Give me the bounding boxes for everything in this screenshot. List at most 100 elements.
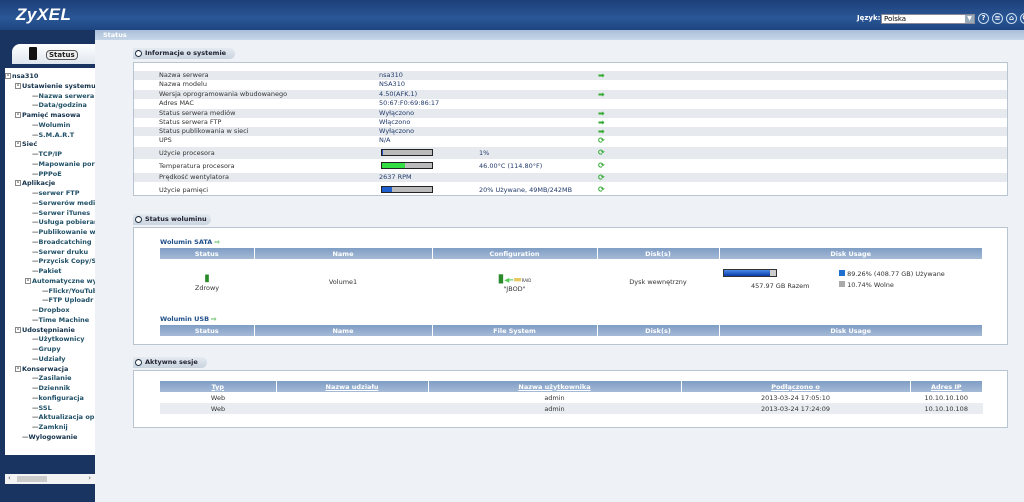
- refresh-icon[interactable]: ⟳: [598, 136, 605, 145]
- column-header-status[interactable]: Status: [160, 325, 255, 336]
- refresh-icon[interactable]: ⟳: [598, 173, 605, 182]
- collapse-icon[interactable]: -: [15, 365, 21, 372]
- nav-item-dropbox[interactable]: —Dropbox: [32, 306, 70, 315]
- collapse-icon[interactable]: ^: [135, 216, 142, 223]
- nav-item-nsa310[interactable]: - nsa310: [5, 72, 38, 81]
- nav-item-pamie-c-masowa[interactable]: - Pamięć masowa: [15, 111, 80, 120]
- refresh-icon[interactable]: ⟳: [598, 147, 605, 159]
- collapse-icon[interactable]: -: [25, 277, 31, 284]
- column-header-name[interactable]: Name: [254, 325, 433, 336]
- edit-icon[interactable]: ➡: [598, 90, 605, 99]
- nav-item-label: konfiguracja: [38, 393, 84, 402]
- nav-item-label: Data/godzina: [38, 101, 87, 110]
- nav-item-pppoe[interactable]: —PPPoE: [32, 170, 62, 179]
- nav-item-udzia-y[interactable]: —Udziały: [32, 355, 65, 364]
- info-key: Użycie procesora: [159, 149, 215, 157]
- column-header-typ[interactable]: Typ: [160, 381, 277, 392]
- column-header-disk-s[interactable]: Disk(s): [597, 248, 720, 259]
- edit-icon[interactable]: ➡: [598, 109, 605, 118]
- volume-name[interactable]: Volume1: [254, 259, 432, 305]
- column-header-configuration[interactable]: Configuration: [432, 248, 598, 259]
- edit-icon[interactable]: ➡: [598, 71, 605, 80]
- nav-item-aplikacje[interactable]: - Aplikacje: [15, 179, 55, 188]
- nav-item-s-m-a-r-t[interactable]: —S.M.A.R.T: [32, 131, 74, 140]
- nav-item-pakiet[interactable]: —Pakiet: [32, 267, 62, 276]
- nav-item-label: Sieć: [22, 140, 38, 149]
- column-header-nazwa-uz-ytkownika[interactable]: Nazwa użytkownika: [428, 381, 682, 392]
- nav-item-broadcatching[interactable]: —Broadcatching: [32, 238, 92, 247]
- nav-item-uz-ytkownicy[interactable]: —Użytkownicy: [32, 335, 84, 344]
- collapse-icon[interactable]: -: [15, 180, 21, 187]
- session-cell: [276, 403, 428, 414]
- session-cell: admin: [544, 393, 565, 402]
- horizontal-scrollbar[interactable]: ‹ ›: [5, 474, 95, 484]
- edit-icon[interactable]: ⇨: [215, 238, 220, 246]
- collapse-icon[interactable]: -: [15, 112, 21, 118]
- sessions-header[interactable]: ^ Aktywne sesje: [133, 357, 207, 368]
- edit-icon[interactable]: ⇨: [211, 315, 216, 323]
- help-icon[interactable]: ?: [978, 13, 989, 24]
- column-header-name[interactable]: Name: [254, 248, 433, 259]
- column-header-adres-ip[interactable]: Adres IP: [910, 381, 983, 392]
- nav-item-label: Wylogowanie: [28, 432, 78, 441]
- sata-volume-label: Wolumin SATA ⇨: [160, 238, 221, 246]
- collapse-icon[interactable]: ^: [135, 50, 142, 57]
- nav-item-nazwa-serwera[interactable]: —Nazwa serwera: [32, 92, 94, 101]
- nav-item-ftp-uploadr[interactable]: —FTP Uploadr: [42, 296, 93, 305]
- sitemap-icon[interactable]: ≡: [992, 13, 1003, 24]
- session-cell: Web: [210, 393, 226, 402]
- collapse-icon[interactable]: -: [15, 141, 21, 148]
- column-header-file-system[interactable]: File System: [432, 325, 598, 336]
- column-header-nazwa-udzia-u[interactable]: Nazwa udziału: [276, 381, 429, 392]
- nav-item-dziennik[interactable]: —Dziennik: [32, 384, 70, 393]
- nav-item-us-uga-pobierania[interactable]: —Usługa pobierania: [32, 218, 95, 227]
- nav-item-udoste-pnianie[interactable]: - Udostępnianie: [15, 326, 75, 335]
- nav-item-automatyczne-wysy-anie[interactable]: -Automatyczne wysyłanie: [25, 277, 95, 286]
- nav-item-serwer-druku[interactable]: —Serwer druku: [32, 248, 88, 257]
- nav-item-serwer-ftp[interactable]: —serwer FTP: [32, 189, 80, 198]
- column-header-pod-a-czono-o[interactable]: Podłączono o: [681, 381, 911, 392]
- refresh-icon[interactable]: ⟳: [598, 160, 605, 172]
- nav-item-time-machine[interactable]: —Time Machine: [32, 316, 89, 325]
- nav-item-aktualizacja-oprogramowania[interactable]: —Aktualizacja oprogramowania: [32, 413, 95, 422]
- sata-volume-table: Status Name Configuration Disk(s) Disk Usage…: [160, 248, 983, 305]
- refresh-icon[interactable]: ⟳: [598, 184, 605, 196]
- column-header-disk-usage[interactable]: Disk Usage: [719, 248, 983, 259]
- nav-item-zamknij[interactable]: —Zamknij: [32, 423, 68, 432]
- nav-item-data-godzina[interactable]: —Data/godzina: [32, 101, 87, 110]
- nav-item-serwero-w-medio-w[interactable]: —Serwerów mediów: [32, 199, 95, 208]
- volume-status-header[interactable]: ^ Status woluminu: [133, 214, 211, 225]
- nav-item-siec[interactable]: - Sieć: [15, 140, 37, 149]
- nav-item-zasilanie[interactable]: —Zasilanie: [32, 374, 72, 383]
- home-icon[interactable]: ⌂: [1006, 13, 1017, 24]
- nav-item-mapowanie-porto-w[interactable]: —Mapowanie portów: [32, 160, 95, 169]
- info-key: Nazwa modelu: [159, 80, 207, 88]
- column-header-disk-s[interactable]: Disk(s): [597, 325, 720, 336]
- nav-item-tcp-ip[interactable]: —TCP/IP: [32, 150, 62, 159]
- language-select[interactable]: Polska ▼: [881, 14, 975, 24]
- edit-icon[interactable]: ➡: [598, 118, 605, 127]
- edit-icon[interactable]: ➡: [598, 127, 605, 136]
- column-header-disk-usage[interactable]: Disk Usage: [719, 325, 983, 336]
- collapse-icon[interactable]: -: [15, 82, 21, 89]
- nav-item-grupy[interactable]: —Grupy: [32, 345, 61, 354]
- disk-usage-bar: [723, 269, 777, 277]
- system-info-header[interactable]: ^ Informacje o systemie: [133, 48, 235, 59]
- status-tab[interactable]: Status: [12, 44, 95, 64]
- nav-item-przycisk-copy-sync[interactable]: —Przycisk Copy/Sync: [32, 257, 95, 266]
- collapse-icon[interactable]: -: [15, 326, 21, 333]
- nav-item-konserwacja[interactable]: - Konserwacja: [15, 365, 68, 374]
- nav-item-wylogowanie[interactable]: —Wylogowanie: [22, 433, 77, 442]
- nav-item-ustawienie-systemu[interactable]: - Ustawienie systemu: [15, 82, 95, 91]
- nav-item-wolumin[interactable]: —Wolumin: [32, 121, 70, 130]
- column-header-status[interactable]: Status: [160, 248, 255, 259]
- nav-item-serwer-itunes[interactable]: —Serwer iTunes: [32, 209, 90, 218]
- nav-item-flickr-youtube[interactable]: —Flickr/YouTube: [42, 287, 95, 296]
- language-value: Polska: [884, 15, 907, 23]
- logout-icon[interactable]: ⏻: [1020, 13, 1024, 24]
- nav-item-publikowanie-w-sieci[interactable]: —Publikowanie w sieci: [32, 228, 95, 237]
- collapse-icon[interactable]: ^: [135, 359, 142, 366]
- collapse-icon[interactable]: -: [5, 73, 11, 79]
- nav-item-ssl[interactable]: —SSL: [32, 404, 52, 413]
- nav-item-konfiguracja[interactable]: —konfiguracja: [32, 394, 84, 403]
